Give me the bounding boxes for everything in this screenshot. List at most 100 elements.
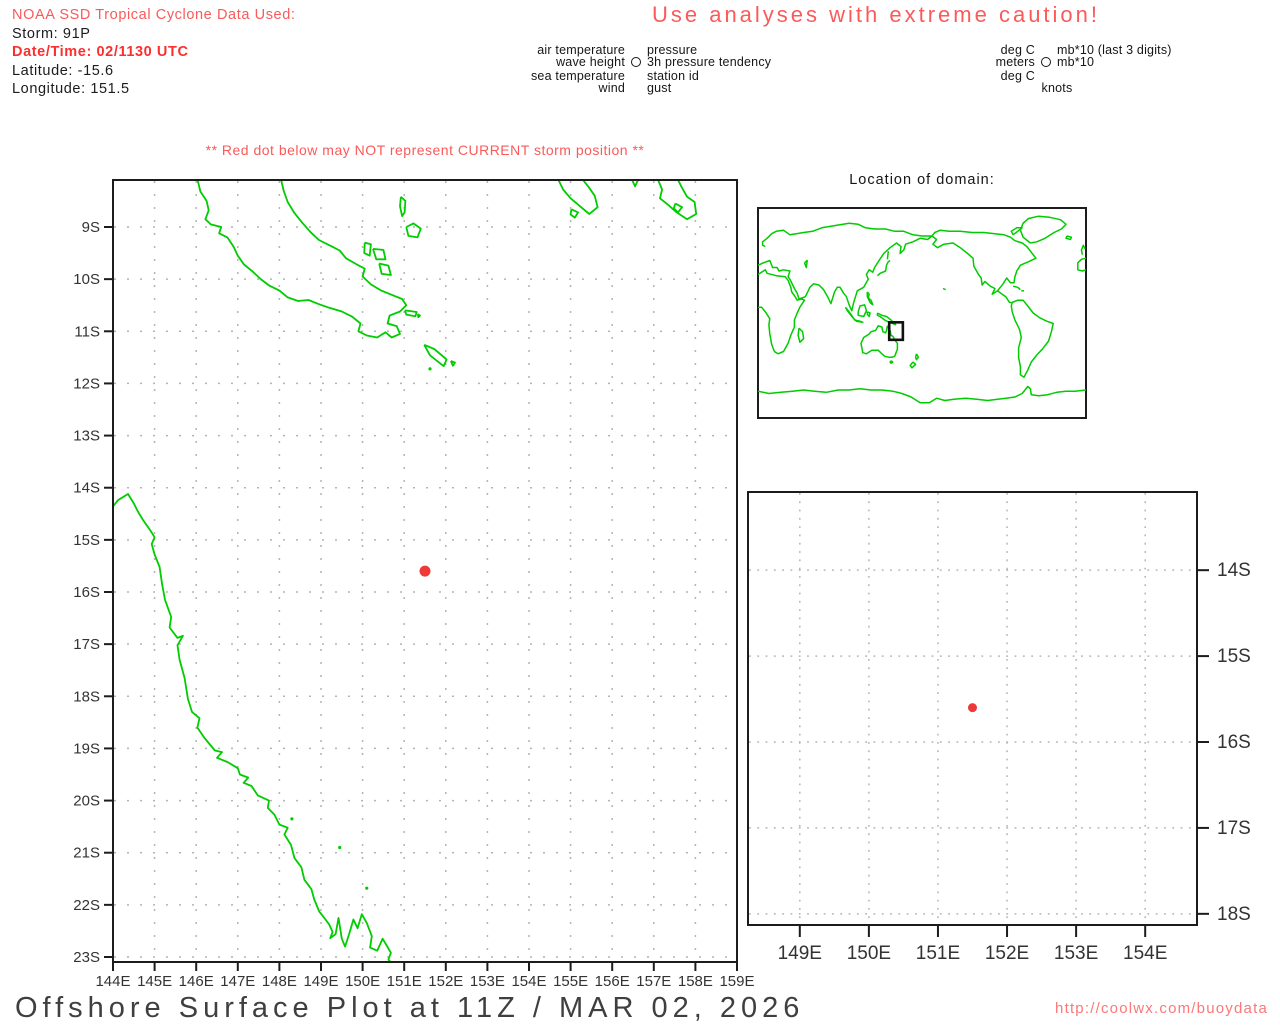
island-outline — [569, 208, 579, 219]
islet-dot — [428, 367, 432, 371]
legend-spacer — [627, 82, 645, 94]
legend-gust: gust — [647, 81, 672, 96]
x-tick-label: 159E — [719, 973, 754, 990]
y-tick-label: 17S — [73, 636, 100, 653]
units-knots: knots — [1041, 81, 1073, 96]
storm-info-block: NOAA SSD Tropical Cyclone Data Used: Sto… — [12, 6, 296, 99]
units-circle-cell — [1037, 56, 1055, 69]
y-tick-label: 17S — [1217, 818, 1251, 839]
world-coastline — [797, 327, 805, 343]
island-outline — [372, 248, 387, 261]
world-coastline — [844, 306, 864, 324]
island-outline — [417, 313, 421, 319]
world-coastline — [889, 360, 894, 364]
y-tick-label: 12S — [73, 375, 100, 392]
x-tick-label: 146E — [179, 973, 214, 990]
x-tick-label: 151E — [387, 973, 422, 990]
island-outline — [423, 343, 448, 368]
y-tick-label: 16S — [73, 584, 100, 601]
island-outline — [363, 241, 372, 257]
latitude-line: Latitude: -15.6 — [12, 62, 114, 79]
islet-dot — [338, 845, 342, 850]
world-inset-title: Location of domain: — [849, 172, 995, 188]
world-coastline — [866, 311, 871, 318]
world-coastline — [758, 385, 1086, 404]
islet-dot — [365, 886, 369, 890]
units-spacer — [1037, 44, 1055, 56]
legend-pressure-tendency: 3h pressure tendency — [647, 55, 772, 70]
x-tick-label: 154E — [511, 973, 546, 990]
world-coastline — [914, 353, 920, 361]
storm-id-line: Storm: 91P — [12, 25, 91, 42]
x-tick-label: 149E — [778, 943, 822, 964]
y-tick-label: 15S — [1217, 646, 1251, 667]
world-coastline — [997, 290, 1013, 304]
island-outline — [449, 360, 456, 367]
world-coastline — [1065, 235, 1073, 241]
x-tick-label: 150E — [345, 973, 380, 990]
storm-dot-zoom — [967, 703, 977, 713]
y-tick-label: 9S — [82, 219, 100, 236]
x-tick-label: 155E — [553, 973, 588, 990]
station-circle-icon — [631, 57, 641, 68]
legend-wind: wind — [598, 81, 625, 96]
y-tick-label: 16S — [1217, 732, 1251, 753]
legend-station-id: station id — [647, 68, 700, 83]
x-tick-label: 147E — [220, 973, 255, 990]
island-outline — [657, 180, 698, 221]
y-tick-label: 22S — [73, 897, 100, 914]
y-tick-label: 20S — [73, 793, 100, 810]
island-outline — [404, 309, 418, 318]
world-coastline — [1080, 244, 1086, 255]
station-circle-icon — [1041, 57, 1051, 68]
y-tick-label: 23S — [73, 949, 100, 966]
world-coastline — [1010, 299, 1054, 378]
x-tick-label: 144E — [95, 973, 130, 990]
legend-circle-cell — [627, 56, 645, 69]
longitude-line: Longitude: 151.5 — [12, 81, 130, 97]
storm-position-warning: ** Red dot below may NOT represent CURRE… — [205, 142, 645, 158]
world-coastline — [886, 251, 890, 260]
coastline-queensland — [113, 493, 392, 962]
y-tick-label: 13S — [73, 428, 100, 445]
world-coastline — [758, 269, 806, 355]
world-coastline — [876, 259, 891, 277]
world-coastline — [857, 304, 868, 318]
island-outline — [378, 262, 392, 276]
island-outline — [631, 180, 640, 188]
y-tick-label: 18S — [73, 688, 100, 705]
world-coastline — [931, 229, 1037, 296]
x-tick-label: 153E — [1054, 943, 1098, 964]
world-coastline — [803, 259, 808, 269]
island-outline — [399, 196, 407, 218]
y-tick-label: 18S — [1217, 904, 1251, 925]
x-tick-label: 148E — [262, 973, 297, 990]
island-outline — [557, 180, 599, 215]
y-tick-label: 21S — [73, 845, 100, 862]
x-tick-label: 153E — [470, 973, 505, 990]
x-tick-label: 156E — [595, 973, 630, 990]
storm-dot-main — [419, 565, 431, 577]
y-tick-label: 19S — [73, 740, 100, 757]
y-tick-label: 14S — [73, 480, 100, 497]
y-tick-label: 15S — [73, 532, 100, 549]
world-coastline — [866, 291, 874, 306]
caution-banner: Use analyses with extreme caution! — [651, 2, 1101, 27]
x-tick-label: 151E — [916, 943, 960, 964]
world-coastline — [909, 361, 917, 369]
x-tick-label: 150E — [847, 943, 891, 964]
legend-spacer — [627, 70, 645, 82]
world-map-frame — [757, 207, 1087, 419]
units-wave-height: meters — [995, 55, 1035, 70]
world-coastline — [758, 222, 933, 312]
islet-dot — [290, 817, 294, 821]
x-tick-label: 158E — [678, 973, 713, 990]
station-model-units: deg C mb*10 (last 3 digits) meters mb*10… — [935, 44, 1235, 95]
world-coastline — [942, 287, 947, 291]
world-coastline — [860, 325, 899, 359]
x-tick-label: 152E — [985, 943, 1029, 964]
world-coastline — [1012, 285, 1021, 291]
x-tick-label: 152E — [428, 973, 463, 990]
page-title: Offshore Surface Plot at 11Z / MAR 02, 2… — [15, 992, 805, 1024]
data-source-line: NOAA SSD Tropical Cyclone Data Used: — [12, 7, 296, 23]
